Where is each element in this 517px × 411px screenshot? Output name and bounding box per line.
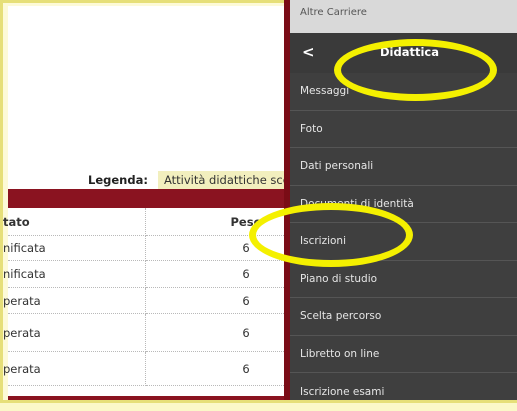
menu-item-altre-carriere[interactable]: Altre Carriere bbox=[290, 0, 517, 33]
weight-cell: 6 bbox=[145, 313, 298, 352]
exams-table: tato Peso nificata 6 nificata 6 perata 6… bbox=[3, 208, 298, 386]
main-content: Legenda: Attività didattiche scel tato P… bbox=[3, 6, 300, 400]
weight-cell: 6 bbox=[145, 235, 298, 261]
status-cell: perata bbox=[3, 313, 146, 352]
legend: Legenda: Attività didattiche scel bbox=[88, 170, 300, 190]
menu-item-dati-personali[interactable]: Dati personali bbox=[290, 148, 517, 186]
legend-label: Legenda: bbox=[88, 173, 148, 187]
status-cell: perata bbox=[3, 351, 146, 386]
column-header-status: tato bbox=[3, 208, 146, 236]
table-row[interactable]: nificata 6 bbox=[3, 260, 298, 288]
weight-cell: 6 bbox=[145, 260, 298, 288]
menu-item-scelta-percorso[interactable]: Scelta percorso bbox=[290, 298, 517, 336]
menu-item-foto[interactable]: Foto bbox=[290, 111, 517, 148]
menu-item-piano-di-studio[interactable]: Piano di studio bbox=[290, 261, 517, 298]
menu-item-documenti-identita[interactable]: Documenti di identità bbox=[290, 186, 517, 223]
status-cell: perata bbox=[3, 287, 146, 314]
side-menu-title: Didattica bbox=[380, 45, 439, 59]
menu-item-iscrizioni[interactable]: Iscrizioni bbox=[290, 223, 517, 261]
side-menu-list: Messaggi Foto Dati personali Documenti d… bbox=[290, 73, 517, 411]
table-header-bar bbox=[8, 189, 298, 208]
table-row[interactable]: perata 6 bbox=[3, 351, 298, 386]
table-footer-bar bbox=[8, 396, 298, 400]
column-header-weight: Peso bbox=[145, 208, 298, 236]
menu-item-iscrizione-esami[interactable]: Iscrizione esami bbox=[290, 373, 517, 411]
table-header-row: tato Peso bbox=[3, 208, 298, 236]
table-row[interactable]: perata 6 bbox=[3, 287, 298, 314]
weight-cell: 6 bbox=[145, 351, 298, 386]
table-row[interactable]: perata 6 bbox=[3, 313, 298, 352]
chevron-left-icon[interactable]: < bbox=[302, 43, 315, 61]
legend-item: Attività didattiche scel bbox=[157, 171, 300, 189]
menu-item-libretto-on-line[interactable]: Libretto on line bbox=[290, 336, 517, 373]
side-menu-header: < Didattica bbox=[290, 33, 517, 73]
status-cell: nificata bbox=[3, 260, 146, 288]
weight-cell: 6 bbox=[145, 287, 298, 314]
status-cell: nificata bbox=[3, 235, 146, 261]
menu-item-label: Altre Carriere bbox=[300, 7, 367, 18]
menu-item-messaggi[interactable]: Messaggi bbox=[290, 73, 517, 111]
table-row[interactable]: nificata 6 bbox=[3, 235, 298, 261]
